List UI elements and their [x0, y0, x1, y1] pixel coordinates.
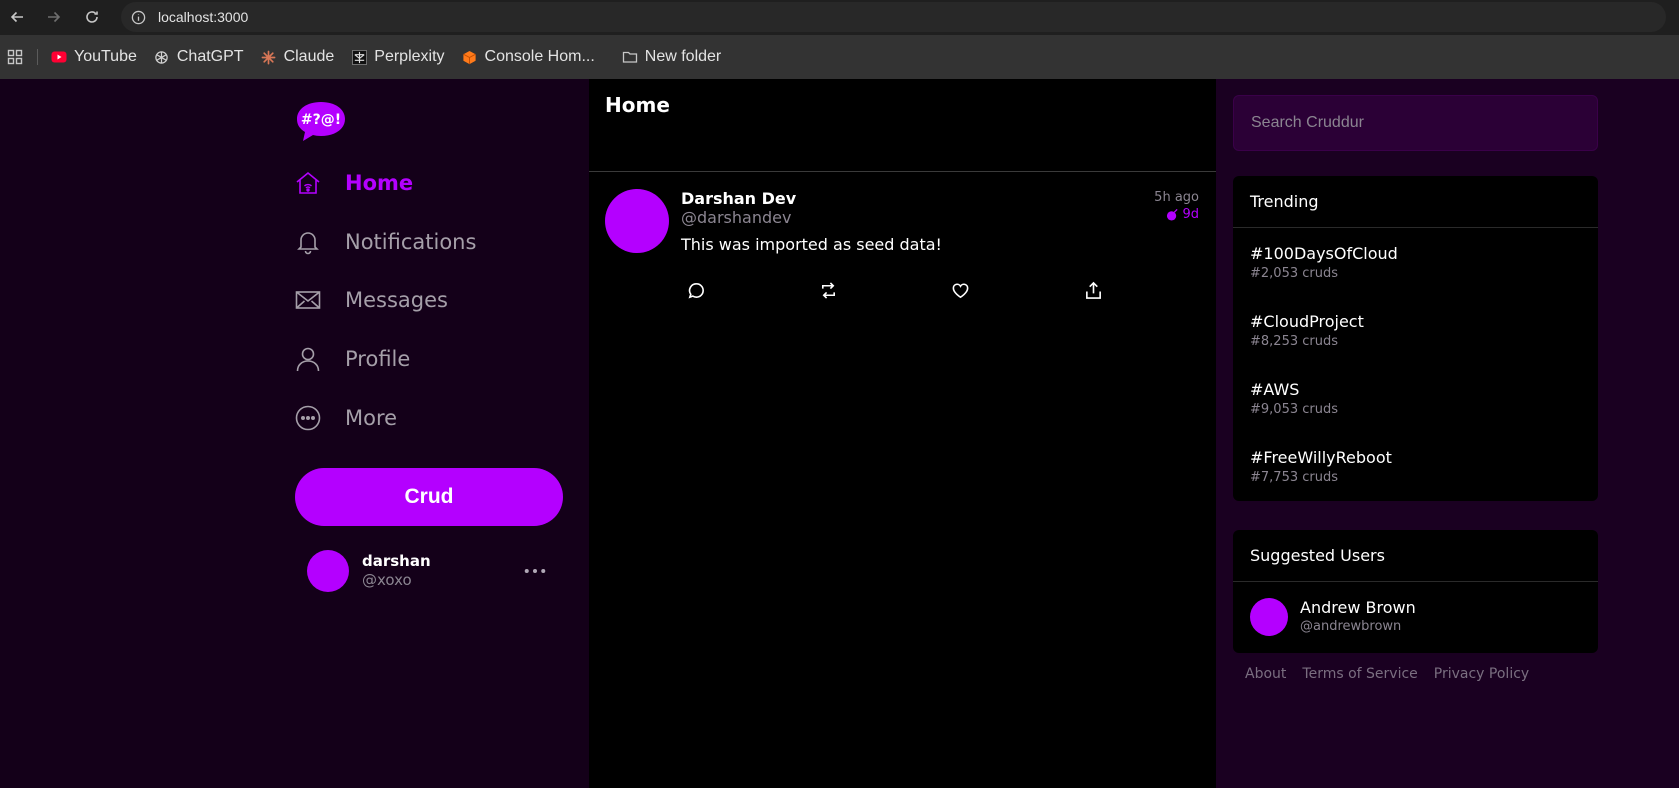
footer-links: About Terms of Service Privacy Policy [1245, 666, 1545, 682]
current-user-name: darshan [362, 552, 431, 570]
bookmarks-bar: YouTube ChatGPT Claude Perplexity Consol… [0, 35, 1679, 79]
feed-header: Home [589, 79, 1216, 172]
suggested-users-panel: Suggested Users Andrew Brown @andrewbrow… [1233, 530, 1598, 653]
crud-button[interactable]: Crud [295, 468, 563, 526]
avatar[interactable] [605, 189, 669, 253]
post-message: This was imported as seed data! [681, 235, 942, 254]
trending-panel: Trending #100DaysOfCloud #2,053 cruds #C… [1233, 176, 1598, 501]
right-sidebar: Trending #100DaysOfCloud #2,053 cruds #C… [1216, 79, 1679, 788]
suggested-user-name[interactable]: Andrew Brown [1300, 598, 1416, 617]
youtube-icon [51, 49, 67, 65]
post-handle[interactable]: @darshandev [681, 208, 791, 227]
bookmark-console-home[interactable]: Console Hom... [462, 48, 595, 66]
bookmark-youtube[interactable]: YouTube [51, 48, 137, 66]
bookmarks-divider [37, 49, 38, 65]
app-page: #?@! Home Notifications Messages Profile… [0, 79, 1679, 788]
trend-item[interactable]: #CloudProject #8,253 cruds [1233, 296, 1598, 364]
post-expiry: 9d [1166, 207, 1199, 222]
left-sidebar: #?@! Home Notifications Messages Profile… [295, 79, 563, 788]
footer-link-privacy[interactable]: Privacy Policy [1434, 666, 1529, 682]
bookmark-perplexity[interactable]: Perplexity [351, 48, 445, 66]
back-arrow-icon[interactable] [6, 7, 28, 27]
cruddur-logo[interactable]: #?@! [295, 99, 347, 143]
ellipsis-icon[interactable] [523, 562, 547, 580]
trend-item[interactable]: #FreeWillyReboot #7,753 cruds [1233, 432, 1598, 500]
nav-notifications[interactable]: Notifications [295, 222, 476, 262]
trending-title: Trending [1233, 176, 1598, 228]
search-input[interactable] [1233, 95, 1598, 151]
bookmark-chatgpt[interactable]: ChatGPT [154, 48, 244, 66]
bookmark-claude[interactable]: Claude [261, 48, 334, 66]
footer-link-about[interactable]: About [1245, 666, 1286, 682]
bookmark-new-folder[interactable]: New folder [622, 48, 721, 66]
current-user-handle: @xoxo [362, 571, 412, 589]
avatar [307, 550, 349, 592]
avatar[interactable] [1250, 598, 1288, 636]
aws-console-icon [462, 49, 478, 65]
activity-item[interactable]: Darshan Dev @darshandev 5h ago 9d This w… [589, 173, 1216, 313]
suggested-user[interactable]: Andrew Brown @andrewbrown [1233, 582, 1598, 652]
suggested-user-handle[interactable]: @andrewbrown [1300, 619, 1401, 634]
nav-home[interactable]: Home [295, 163, 413, 203]
heart-icon[interactable] [950, 280, 970, 300]
forward-arrow-icon[interactable] [43, 7, 65, 27]
nav-profile[interactable]: Profile [295, 339, 410, 379]
page-title: Home [605, 93, 670, 117]
browser-toolbar: localhost:3000 [0, 0, 1679, 35]
url-text[interactable]: localhost:3000 [158, 9, 248, 25]
post-display-name[interactable]: Darshan Dev [681, 189, 796, 208]
svg-text:#?@!: #?@! [301, 112, 341, 128]
chatgpt-icon [154, 49, 170, 65]
perplexity-icon [351, 49, 367, 65]
main-feed: Home Darshan Dev @darshandev 5h ago 9d T… [589, 79, 1216, 788]
reload-icon[interactable] [81, 7, 103, 27]
share-icon[interactable] [1083, 280, 1103, 300]
nav-more[interactable]: More [295, 398, 397, 438]
envelope-icon [295, 287, 321, 313]
more-circle-icon [295, 405, 321, 431]
repost-icon[interactable] [818, 280, 838, 300]
trend-item[interactable]: #100DaysOfCloud #2,053 cruds [1233, 228, 1598, 296]
info-icon[interactable] [131, 10, 146, 25]
post-time-ago: 5h ago [1154, 190, 1199, 205]
footer-link-terms[interactable]: Terms of Service [1302, 666, 1417, 682]
apps-grid-icon[interactable] [7, 49, 23, 65]
address-bar[interactable]: localhost:3000 [121, 2, 1666, 32]
home-icon [295, 170, 321, 196]
current-user-card[interactable]: darshan @xoxo [307, 550, 547, 592]
nav-messages[interactable]: Messages [295, 280, 448, 320]
bell-icon [295, 229, 321, 255]
suggested-users-title: Suggested Users [1233, 530, 1598, 582]
bomb-icon [1166, 208, 1179, 221]
person-icon [295, 346, 321, 372]
claude-icon [261, 49, 277, 65]
reply-icon[interactable] [686, 280, 706, 300]
folder-icon [622, 49, 638, 65]
trend-item[interactable]: #AWS #9,053 cruds [1233, 364, 1598, 432]
